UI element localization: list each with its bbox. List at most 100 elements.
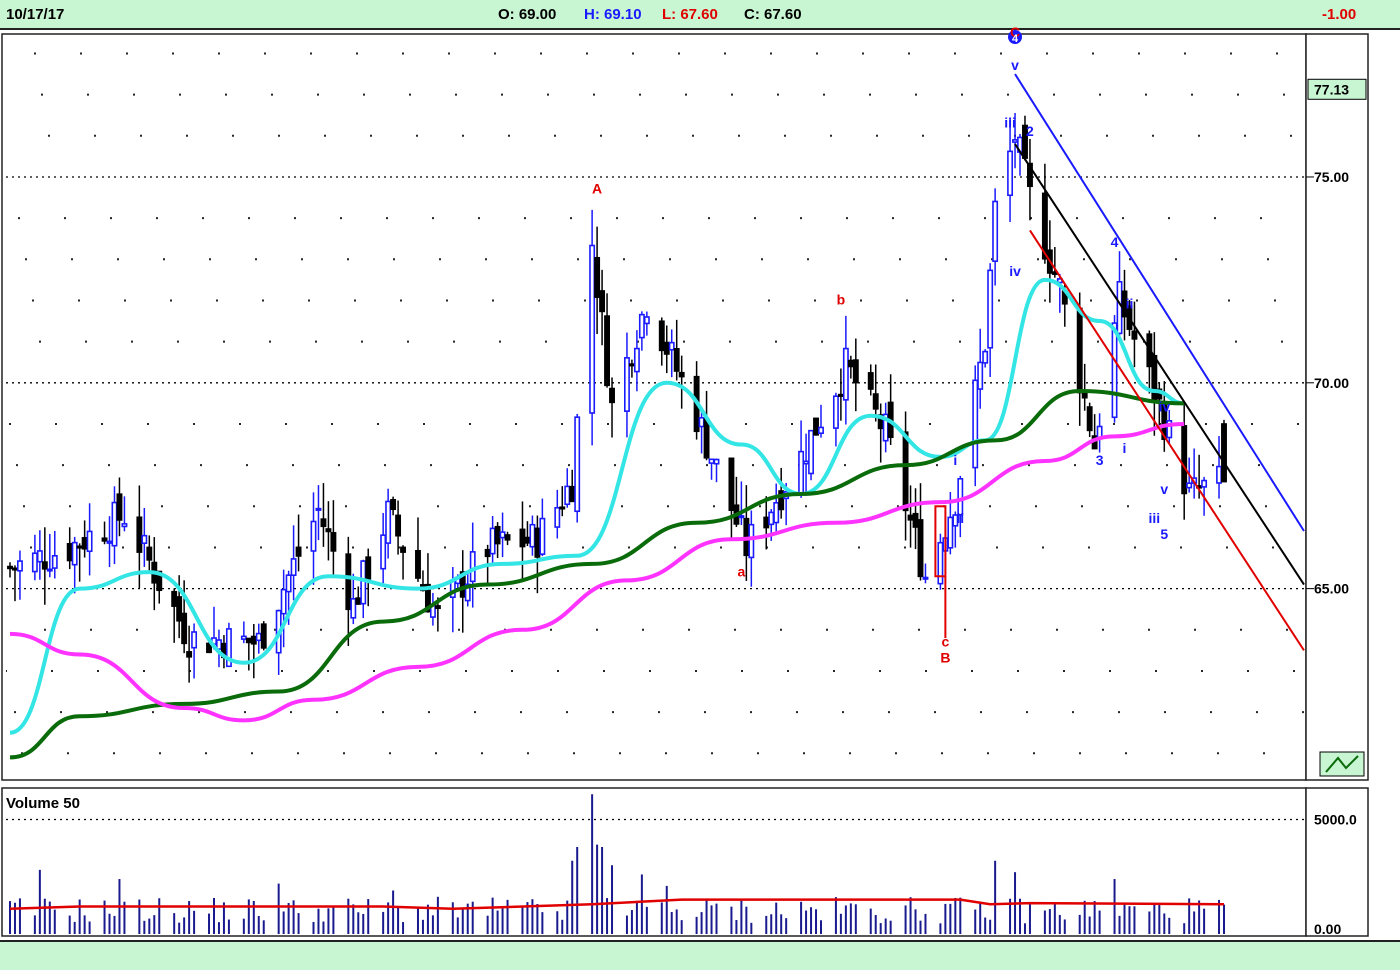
candle-body xyxy=(763,516,770,529)
candle-body xyxy=(554,506,561,528)
candle-body xyxy=(255,632,262,642)
candle-body xyxy=(808,429,814,475)
candle-body xyxy=(1012,139,1018,143)
candle-body xyxy=(41,561,48,570)
candle-body xyxy=(668,341,675,351)
wave-label: iv xyxy=(1009,263,1021,279)
candle-body xyxy=(728,457,735,511)
candle-body xyxy=(51,555,58,569)
candle-body xyxy=(589,244,596,414)
candle-body xyxy=(658,320,665,352)
candle-body xyxy=(181,612,188,645)
candle-body xyxy=(1131,330,1138,340)
candle-body xyxy=(628,363,635,367)
wave-label: v xyxy=(1160,481,1168,497)
candle-body xyxy=(434,605,441,610)
candle xyxy=(589,209,596,446)
candle-body xyxy=(121,523,128,528)
candle xyxy=(1221,419,1227,483)
date-axis-bar xyxy=(0,940,1400,970)
candle-body xyxy=(1216,465,1222,484)
candle-body xyxy=(46,568,53,572)
wave-label: A xyxy=(592,180,602,196)
candle-body xyxy=(136,516,143,553)
candle-body xyxy=(678,371,685,378)
candle-body xyxy=(847,359,854,368)
candle-body xyxy=(345,553,352,611)
volume-tick-label: 0.00 xyxy=(1314,921,1341,937)
candle-body xyxy=(534,527,541,558)
candle-body xyxy=(837,393,844,397)
candle-body xyxy=(1221,423,1227,483)
candle-body xyxy=(529,523,536,548)
candle-body xyxy=(320,518,327,528)
y-tick-label: 75.00 xyxy=(1314,169,1349,185)
candle-body xyxy=(524,536,531,544)
price-panel-frame xyxy=(1,33,1307,781)
candle-body xyxy=(111,501,118,547)
candle-body xyxy=(1201,479,1208,488)
candle-body xyxy=(285,574,292,593)
y-tick-label: 65.00 xyxy=(1314,581,1349,597)
wave-label: iv xyxy=(1158,399,1170,415)
candle-body xyxy=(1086,406,1093,432)
candle-body xyxy=(191,631,198,649)
candle-body xyxy=(310,520,317,552)
candle xyxy=(260,621,267,651)
candle-body xyxy=(977,361,984,390)
candle-body xyxy=(922,576,929,580)
volume-axis-frame xyxy=(1305,787,1369,937)
candle-body xyxy=(698,417,705,428)
candle-body xyxy=(330,532,337,552)
candle-body xyxy=(982,350,989,364)
candle-body xyxy=(1151,354,1158,401)
y-tick-label: 70.00 xyxy=(1314,375,1349,391)
candle-body xyxy=(360,560,367,605)
candle xyxy=(808,429,814,481)
candle-body xyxy=(36,550,43,563)
wave-label: i xyxy=(953,452,957,468)
candle-body xyxy=(947,516,954,549)
volume-tick-label: 5000.0 xyxy=(1314,811,1357,827)
candle-body xyxy=(245,637,252,644)
candle-body xyxy=(972,379,979,469)
candle-body xyxy=(867,372,874,390)
candle-body xyxy=(365,556,372,580)
candle-body xyxy=(564,485,571,506)
candle-body xyxy=(818,426,824,435)
candle-body xyxy=(86,530,93,553)
candle-body xyxy=(992,200,999,262)
wave-label: 4 xyxy=(1012,33,1019,45)
candle-body xyxy=(872,393,879,410)
candle xyxy=(574,413,581,523)
candle-body xyxy=(494,525,501,545)
wave-label: i xyxy=(1123,440,1127,456)
price-axis-frame xyxy=(1305,33,1369,781)
candle-body xyxy=(400,546,407,553)
candle-body xyxy=(415,549,421,579)
candle-body xyxy=(748,523,755,559)
candle-body xyxy=(852,359,859,384)
wave-label: iii xyxy=(1149,510,1161,526)
candle-body xyxy=(101,537,108,542)
wave-label: 3 xyxy=(1096,452,1104,468)
stock-chart[interactable]: 75.0070.0065.0077.13AabcBC4viii2iv43iiii… xyxy=(0,0,1400,970)
candle-body xyxy=(489,527,496,555)
candle-body xyxy=(703,418,710,459)
candle-body xyxy=(1041,192,1048,260)
candle-body xyxy=(604,315,610,387)
candle-body xyxy=(937,541,944,585)
candle-body xyxy=(832,395,839,429)
candle-body xyxy=(574,416,581,513)
candle-body xyxy=(7,565,13,570)
candle-body xyxy=(295,546,302,557)
candle xyxy=(972,365,979,487)
candle-body xyxy=(768,511,775,526)
candle-body xyxy=(76,545,83,549)
candle-body xyxy=(31,552,38,573)
candle-body xyxy=(708,458,715,464)
candle-body xyxy=(519,528,526,548)
candle-body xyxy=(355,597,362,605)
candle-body xyxy=(71,541,78,566)
candle-body xyxy=(260,623,267,649)
